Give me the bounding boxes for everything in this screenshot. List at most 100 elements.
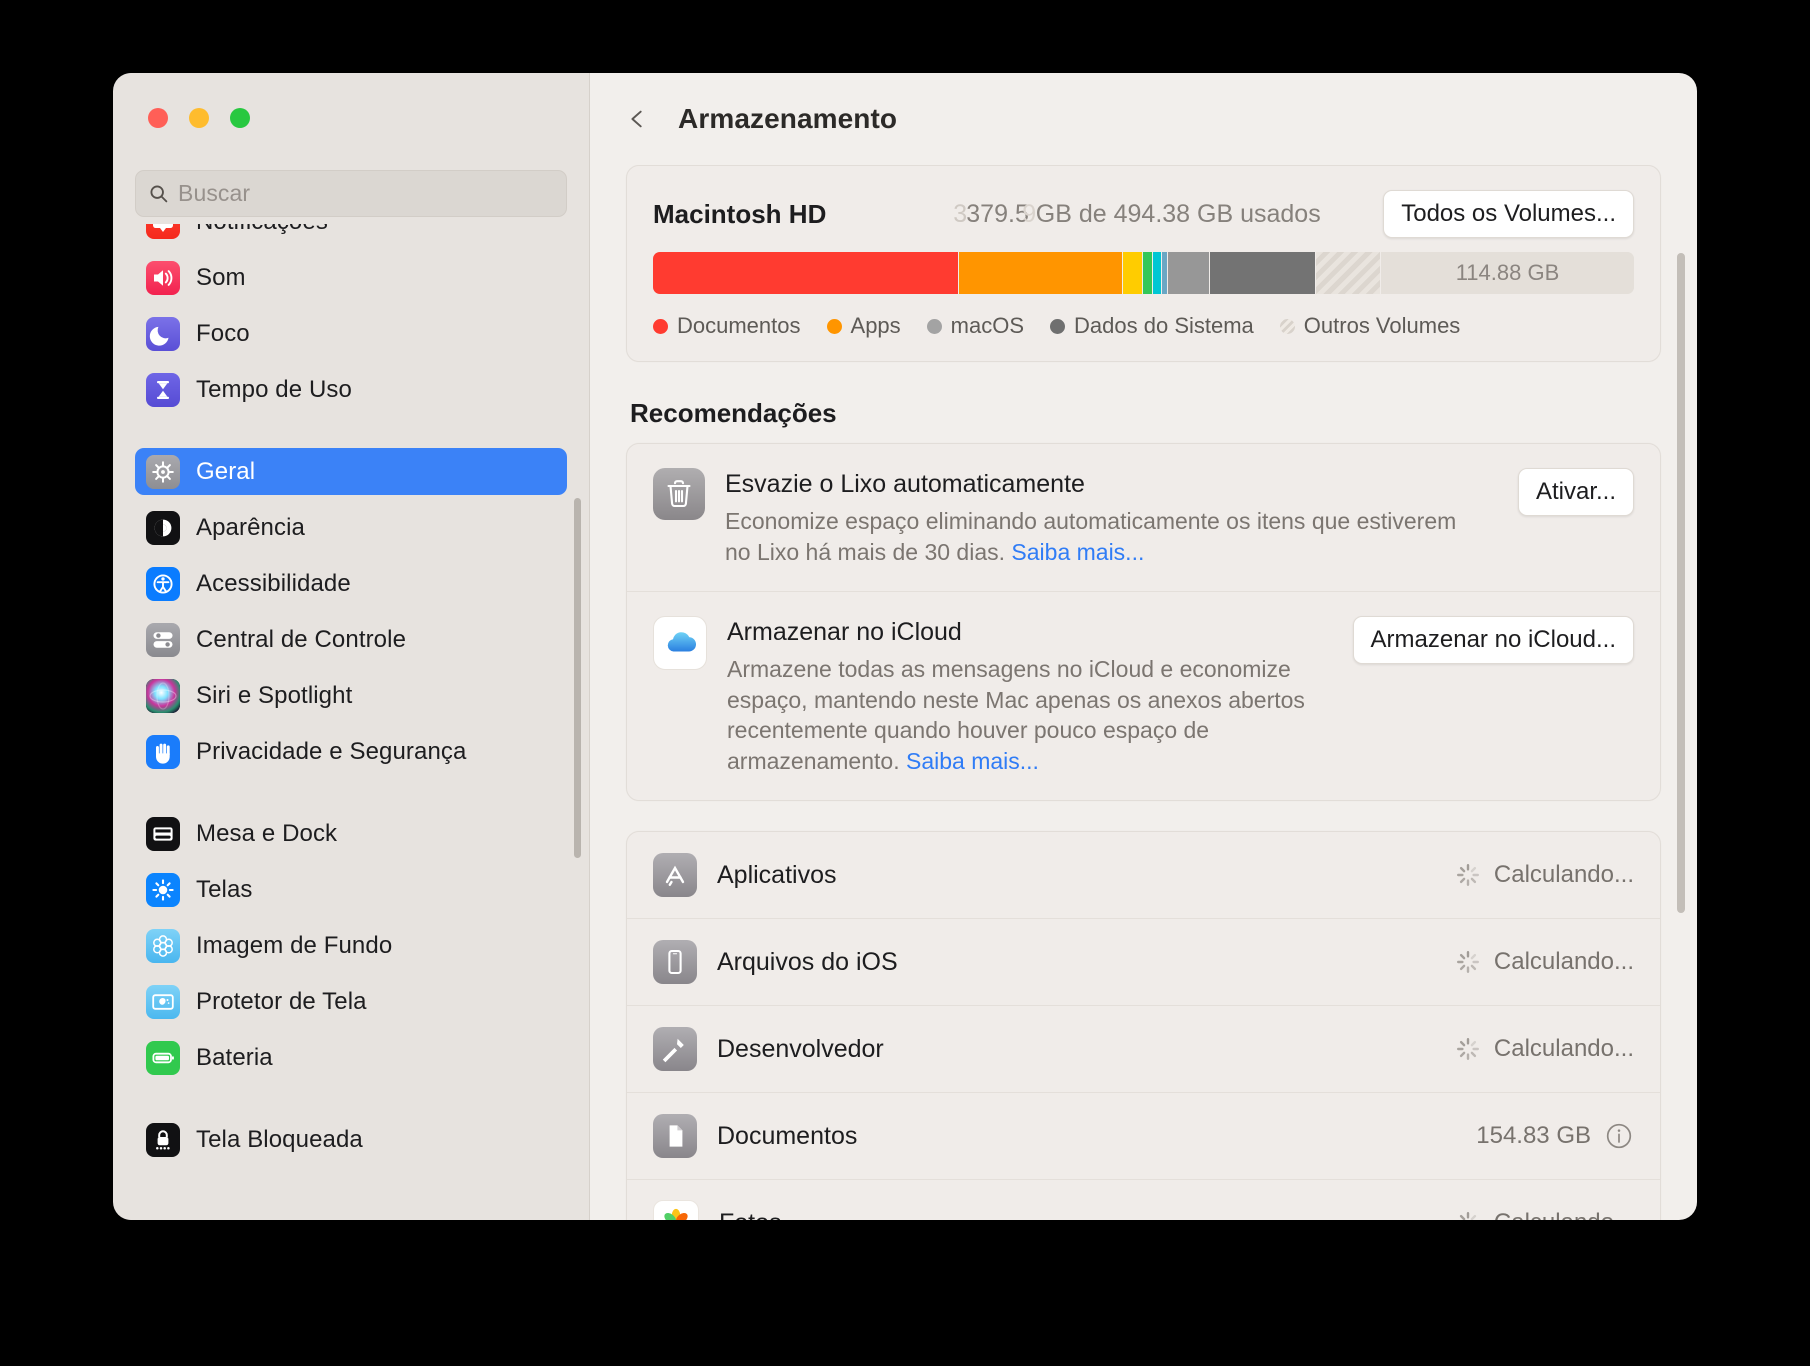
sidebar-group-divider <box>135 784 567 810</box>
recommendation-empty-trash: Esvazie o Lixo automaticamente Economize… <box>627 444 1660 591</box>
loading-spinner-icon <box>1455 949 1481 975</box>
sidebar-scroll-area[interactable]: Notificações Som <box>113 224 589 1220</box>
legend-item-macos: macOS <box>926 313 1025 339</box>
sidebar-item-som[interactable]: Som <box>135 254 567 301</box>
sidebar-item-notificacoes[interactable]: Notificações <box>135 224 567 245</box>
screen: Buscar Notificações <box>0 0 1810 1366</box>
sidebar-item-imagem-de-fundo[interactable]: Imagem de Fundo <box>135 922 567 969</box>
legend-item-outros-volumes: Outros Volumes <box>1279 313 1461 339</box>
search-field[interactable]: Buscar <box>135 170 567 217</box>
recommendation-title: Esvazie o Lixo automaticamente <box>725 470 1085 498</box>
window-controls <box>148 108 250 128</box>
legend-item-dados-do-sistema: Dados do Sistema <box>1050 313 1254 339</box>
detail-scroll-area[interactable]: Macintosh HD 3 9 379.5 GB de 494.38 GB u… <box>590 165 1697 1220</box>
activate-button[interactable]: Ativar... <box>1517 468 1634 516</box>
category-name: Documentos <box>717 1121 858 1150</box>
sidebar-item-label: Notificações <box>196 224 328 236</box>
legend-dot-outros-volumes <box>1279 318 1295 334</box>
sound-icon <box>146 260 180 295</box>
category-value-container: Calculando... <box>1455 1035 1634 1063</box>
back-button[interactable] <box>626 101 648 137</box>
category-value: Calculando... <box>1493 948 1634 976</box>
category-value: Calculando... <box>1494 1209 1634 1220</box>
sidebar-item-label: Central de Controle <box>196 625 407 653</box>
developer-hammer-icon <box>653 1027 697 1072</box>
recommendations-title: Recomendações <box>630 398 837 428</box>
bar-segment-amarelo <box>1122 252 1143 294</box>
sidebar-scrollbar[interactable] <box>574 498 581 858</box>
detail-header: Armazenamento <box>590 73 1697 165</box>
sidebar-item-label: Som <box>196 263 246 291</box>
sidebar-item-privacidade-e-seguranca[interactable]: Privacidade e Segurança <box>135 728 567 775</box>
recommendation-title: Armazenar no iCloud <box>727 618 962 647</box>
store-in-icloud-button[interactable]: Armazenar no iCloud... <box>1352 616 1634 665</box>
bar-segment-documentos <box>653 252 960 294</box>
sidebar-item-label: Mesa e Dock <box>196 819 338 847</box>
table-row[interactable]: Aplicativos Calculando... <box>627 832 1660 918</box>
screensaver-icon <box>146 984 180 1019</box>
sidebar-item-tempo-de-uso[interactable]: Tempo de Uso <box>135 366 567 413</box>
category-name: Aplicativos <box>717 860 837 889</box>
notifications-icon <box>146 224 180 239</box>
sidebar-list: Notificações Som <box>113 224 589 1163</box>
wallpaper-icon <box>146 928 180 963</box>
sidebar-item-protetor-de-tela[interactable]: Protetor de Tela <box>135 978 567 1025</box>
app-store-icon <box>653 853 697 898</box>
table-row[interactable]: Fotos <box>627 1179 1660 1220</box>
recommendation-text: Esvazie o Lixo automaticamente Economize… <box>725 468 1484 567</box>
sidebar: Buscar Notificações <box>113 73 590 1220</box>
table-row[interactable]: Desenvolvedor Calculando... <box>627 1005 1660 1092</box>
table-row[interactable]: Documentos 154.83 GB <box>627 1092 1660 1179</box>
legend-dot-apps <box>826 318 842 334</box>
category-value-container: 154.83 GB <box>1476 1121 1634 1151</box>
info-icon[interactable] <box>1604 1121 1634 1151</box>
detail-scrollbar[interactable] <box>1677 253 1685 913</box>
bar-segment-macos <box>1168 252 1211 294</box>
bar-segment-dados-do-sistema <box>1210 252 1317 294</box>
sidebar-group-divider <box>135 422 567 448</box>
storage-legend: Documentos Apps macOS Dados do Sistema O… <box>653 313 1634 339</box>
siri-icon <box>146 678 180 713</box>
focus-icon <box>146 316 180 351</box>
legend-label: Dados do Sistema <box>1074 313 1254 338</box>
detail-pane: Armazenamento Macintosh HD 3 9 379.5 GB … <box>590 73 1697 1220</box>
sidebar-item-aparencia[interactable]: Aparência <box>135 504 567 551</box>
usage-ghost-digit-prefix: 3 <box>953 199 968 228</box>
learn-more-link[interactable]: Saiba mais... <box>1011 539 1144 565</box>
all-volumes-button[interactable]: Todos os Volumes... <box>1383 190 1634 238</box>
search-icon <box>148 183 169 204</box>
sidebar-item-label: Privacidade e Segurança <box>196 737 467 765</box>
sidebar-item-bateria[interactable]: Bateria <box>135 1034 567 1081</box>
icloud-icon <box>653 616 707 671</box>
minimize-button[interactable] <box>189 108 209 128</box>
learn-more-link[interactable]: Saiba mais... <box>906 748 1039 774</box>
bar-segment-verde <box>1142 252 1154 294</box>
category-value-container: Calculando... <box>1455 1209 1634 1220</box>
sidebar-item-siri-e-spotlight[interactable]: Siri e Spotlight <box>135 672 567 719</box>
sidebar-item-central-de-controle[interactable]: Central de Controle <box>135 616 567 663</box>
legend-label: Outros Volumes <box>1303 313 1461 338</box>
legend-label: macOS <box>950 313 1025 338</box>
sidebar-item-label: Foco <box>196 319 250 347</box>
legend-item-apps: Apps <box>826 313 901 339</box>
sidebar-item-foco[interactable]: Foco <box>135 310 567 357</box>
category-name: Fotos <box>719 1209 782 1220</box>
sidebar-item-label: Tela Bloqueada <box>196 1125 363 1153</box>
sidebar-group-divider <box>135 1090 567 1116</box>
category-value: 154.83 GB <box>1476 1122 1591 1150</box>
table-row[interactable]: Arquivos do iOS Calculando... <box>627 918 1660 1005</box>
category-value: Calculando... <box>1493 861 1634 889</box>
sidebar-item-geral[interactable]: Geral <box>135 448 567 495</box>
sidebar-item-acessibilidade[interactable]: Acessibilidade <box>135 560 567 607</box>
sidebar-item-tela-bloqueada[interactable]: Tela Bloqueada <box>135 1116 567 1163</box>
sidebar-item-label: Geral <box>196 457 256 485</box>
sidebar-item-telas[interactable]: Telas <box>135 866 567 913</box>
page-title: Armazenamento <box>678 103 898 134</box>
loading-spinner-icon <box>1455 1210 1481 1220</box>
zoom-button[interactable] <box>230 108 250 128</box>
recommendation-description: Armazene todas as mensagens no iCloud e … <box>727 654 1319 776</box>
close-button[interactable] <box>148 108 168 128</box>
sidebar-item-mesa-e-dock[interactable]: Mesa e Dock <box>135 810 567 857</box>
volume-usage-text: 3 9 379.5 GB de 494.38 GB usados <box>953 200 1320 229</box>
documents-file-icon <box>653 1114 697 1159</box>
